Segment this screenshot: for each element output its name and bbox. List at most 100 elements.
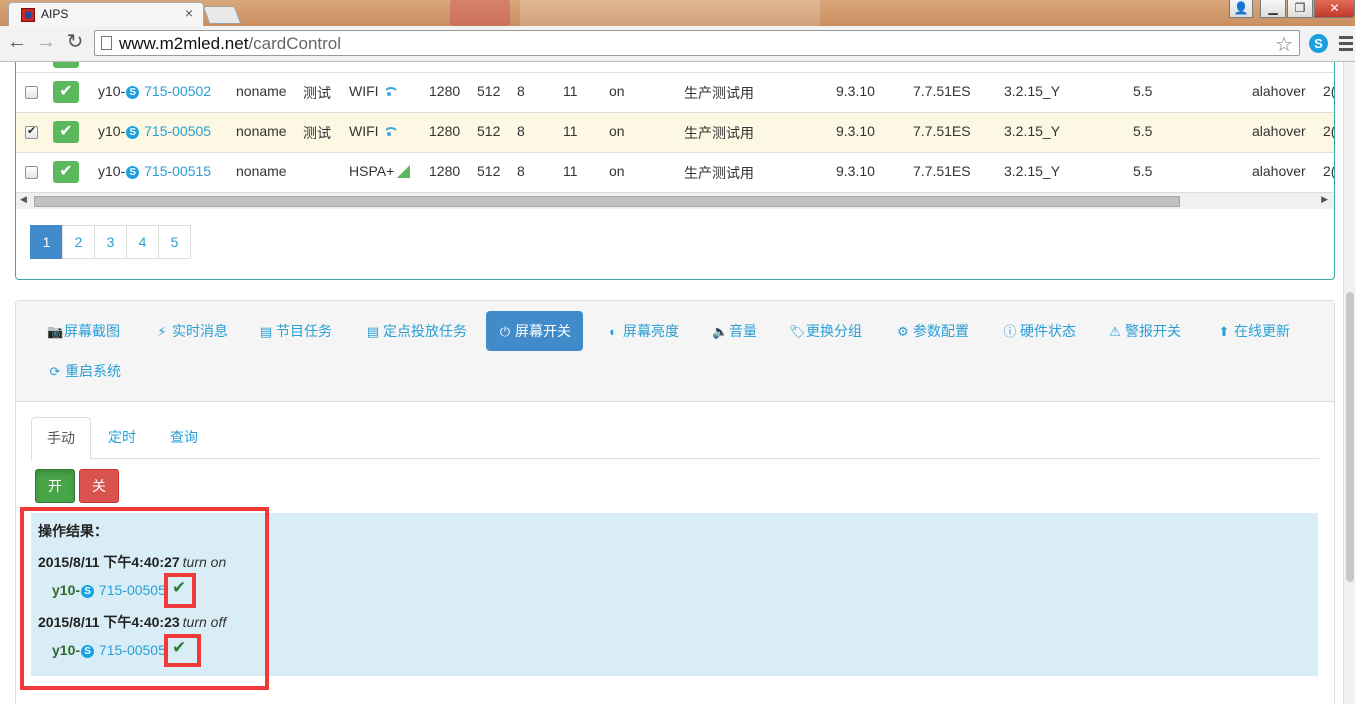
- function-button[interactable]: ⚡ 实时消息: [143, 311, 240, 351]
- row-checkbox[interactable]: [25, 166, 38, 179]
- warning-icon: ⚠: [1109, 324, 1121, 339]
- function-toolbar: 📷屏幕截图 ⚡ 实时消息 ▤ 节目任务 ▤ 定点投放任务 ⏻ 屏幕开关 ◐ 屏幕亮度 🔈音量 🏷更换分组…: [16, 301, 1334, 402]
- truncated-cell: 2(: [1323, 163, 1334, 179]
- function-button[interactable]: 🔈音量: [700, 311, 769, 351]
- function-label: 屏幕截图: [64, 323, 120, 339]
- function-button[interactable]: ▤ 节目任务: [247, 311, 344, 351]
- status-ok-icon: ✔: [53, 81, 79, 103]
- tab-close-icon[interactable]: ×: [185, 5, 193, 21]
- function-button[interactable]: 📷屏幕截图: [35, 311, 132, 351]
- version: 7.7.51ES: [913, 83, 971, 99]
- scroll-right-icon[interactable]: ▶: [1321, 194, 1328, 205]
- refresh-icon: ⟳: [49, 364, 61, 379]
- device-table: ✔ y10- S 715-00502 noname 测试 WIFI 1280 512 8 11 on…: [16, 62, 1334, 192]
- bookmark-star-icon[interactable]: ☆: [1275, 32, 1293, 57]
- table-row[interactable]: ✔ y10-S 715-00505 noname 测试 WIFI 1280 512 8 11 on…: [16, 112, 1334, 152]
- device-prefix: y10-: [98, 123, 126, 139]
- page-scrollbar-thumb[interactable]: [1346, 292, 1354, 582]
- function-button[interactable]: ⚠ 警报开关: [1096, 311, 1193, 351]
- tab-manual[interactable]: 手动: [31, 417, 91, 460]
- function-button[interactable]: ⓘ 硬件状态: [991, 311, 1088, 351]
- tab-query[interactable]: 查询: [155, 417, 213, 459]
- network-label: WIFI: [349, 83, 379, 99]
- device-tag: 测试: [303, 85, 331, 101]
- page-4-link[interactable]: 4: [126, 225, 159, 259]
- function-label: 警报开关: [1125, 323, 1181, 339]
- device-name: noname: [236, 163, 287, 179]
- scroll-left-icon[interactable]: ◀: [20, 194, 27, 205]
- function-button[interactable]: 🏷更换分组: [777, 311, 874, 351]
- page-5-link[interactable]: 5: [158, 225, 191, 259]
- cell-value: 11: [563, 83, 578, 99]
- close-window-icon[interactable]: ✕: [1314, 0, 1355, 18]
- cell-value: 8: [517, 123, 525, 139]
- device-link[interactable]: 715-00515: [144, 163, 211, 179]
- device-link[interactable]: 715-00505: [144, 123, 211, 139]
- table-scrollbar-thumb[interactable]: [34, 196, 1180, 207]
- info-icon: ⓘ: [1003, 324, 1017, 339]
- version: 3.2.15_Y: [1004, 83, 1061, 99]
- page-scrollbar[interactable]: [1343, 62, 1355, 704]
- turn-on-button[interactable]: 开: [35, 469, 75, 503]
- skype-icon: S: [126, 126, 140, 139]
- browser-tab[interactable]: AIPS ×: [8, 2, 204, 26]
- device-prefix: y10-: [98, 83, 126, 99]
- mode-tabs: 手动 定时 查询: [31, 417, 1319, 460]
- function-label: 重启系统: [65, 363, 121, 379]
- network-label: WIFI: [349, 123, 379, 139]
- page-3-link[interactable]: 3: [94, 225, 127, 259]
- forward-icon[interactable]: →: [34, 31, 58, 55]
- function-button[interactable]: ⬆ 在线更新: [1205, 311, 1302, 351]
- arrow-up-icon: ⬆: [1218, 324, 1230, 339]
- function-button[interactable]: ⏻ 屏幕开关: [486, 311, 583, 351]
- address-bar[interactable]: www.m2mled.net/cardControl ☆: [94, 30, 1300, 56]
- table-row[interactable]: ✔ y10- S 715-00515 noname HSPA+ 1280 512 8 11 on 生…: [16, 152, 1334, 192]
- cell-value: 11: [563, 163, 578, 179]
- function-button[interactable]: ▤ 定点投放任务: [354, 311, 479, 351]
- wifi-icon: [382, 86, 399, 98]
- browser-toolbar: ← → ↻ www.m2mled.net/cardControl ☆ S: [0, 26, 1355, 62]
- tab-scheduled[interactable]: 定时: [93, 417, 151, 459]
- row-checkbox[interactable]: [25, 124, 38, 139]
- back-icon[interactable]: ←: [5, 31, 29, 55]
- user-icon[interactable]: 👤: [1229, 0, 1253, 18]
- restore-icon[interactable]: ❐: [1287, 0, 1313, 18]
- cell-value: 8: [517, 83, 525, 99]
- window-titlebar: AIPS × 👤 ▁ ❐ ✕: [0, 0, 1355, 26]
- function-label: 屏幕开关: [515, 323, 571, 339]
- turn-off-button[interactable]: 关: [79, 469, 119, 503]
- reload-icon[interactable]: ↻: [63, 31, 87, 55]
- table-horizontal-scrollbar[interactable]: ◀ ▶: [16, 192, 1334, 209]
- version: 5.5: [1133, 123, 1153, 139]
- function-button[interactable]: ◐ 屏幕亮度: [594, 311, 691, 351]
- volume-icon: 🔈: [712, 324, 729, 339]
- page-2-link[interactable]: 2: [62, 225, 95, 259]
- minimize-icon[interactable]: ▁: [1260, 0, 1286, 18]
- device-tag: 测试: [303, 125, 331, 141]
- function-button[interactable]: ⟳ 重启系统: [36, 351, 133, 391]
- function-label: 更换分组: [806, 323, 862, 339]
- function-button[interactable]: ⚙ 参数配置: [884, 311, 981, 351]
- film-icon: ▤: [366, 324, 380, 339]
- page-1-link[interactable]: 1: [30, 225, 63, 259]
- row-checkbox[interactable]: [25, 86, 38, 99]
- skype-extension-icon[interactable]: S: [1309, 34, 1328, 53]
- network-type: WIFI: [349, 123, 399, 139]
- function-label: 实时消息: [172, 323, 228, 339]
- highlight-frame-results: [20, 507, 269, 690]
- network-label: HSPA+: [349, 163, 395, 179]
- version: 5.5: [1133, 163, 1153, 179]
- adjust-icon: ◐: [609, 324, 617, 339]
- version: 3.2.15_Y: [1004, 123, 1061, 139]
- screen-height: 512: [477, 123, 501, 139]
- signal-icon: [397, 165, 411, 178]
- truncated-cell: 2(: [1323, 83, 1334, 99]
- menu-icon[interactable]: [1339, 36, 1353, 54]
- device-link[interactable]: 715-00502: [144, 83, 211, 99]
- cog-icon: ⚙: [897, 324, 909, 339]
- new-tab-button[interactable]: [202, 6, 242, 24]
- power-icon: ⏻: [499, 324, 511, 339]
- table-row[interactable]: ✔ y10- S 715-00502 noname 测试 WIFI 1280 512 8 11 on…: [16, 72, 1334, 112]
- network-type: WIFI: [349, 83, 399, 99]
- status-ok-icon: ✔: [53, 121, 79, 143]
